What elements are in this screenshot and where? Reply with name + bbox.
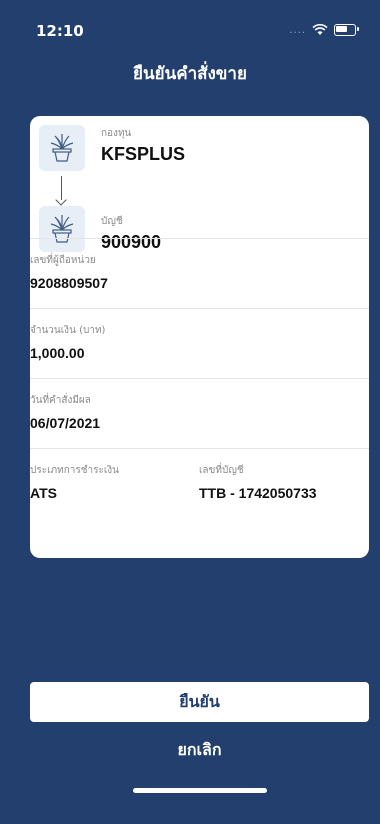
- fund-label: กองทุน: [101, 128, 132, 139]
- effective-date-row: วันที่คำสั่งมีผล 06/07/2021: [30, 378, 369, 449]
- cancel-button[interactable]: ยกเลิก: [30, 735, 369, 765]
- order-summary-card: กองทุน KFSPLUS บัญชี 900900 เลขที่ผู้ถือ…: [30, 116, 369, 558]
- payment-row: ประเภทการชำระเงิน ATS เลขที่บัญชี TTB - …: [30, 448, 369, 529]
- effective-date-label: วันที่คำสั่งมีผล: [30, 395, 91, 406]
- amount-value: 1,000.00: [30, 345, 85, 361]
- amount-row: จำนวนเงิน (บาท) 1,000.00: [30, 308, 369, 379]
- battery-icon: [334, 24, 359, 36]
- bank-account-label: เลขที่บัญชี: [199, 465, 244, 476]
- status-icons: ....: [289, 24, 359, 36]
- home-indicator[interactable]: [133, 788, 267, 793]
- page-title: ยืนยันคำสั่งขาย: [133, 64, 247, 84]
- holder-row: เลขที่ผู้ถือหน่วย 9208809507: [30, 238, 369, 309]
- signal-icon: ....: [289, 24, 306, 36]
- payment-type-col: ประเภทการชำระเงิน ATS: [30, 449, 200, 529]
- wifi-icon: [312, 24, 328, 35]
- confirm-button[interactable]: ยืนยัน: [30, 682, 369, 722]
- bank-account-value: TTB - 1742050733: [199, 485, 317, 501]
- amount-label: จำนวนเงิน (บาท): [30, 325, 106, 336]
- arrow-head: [55, 194, 67, 206]
- fund-account-section: กองทุน KFSPLUS บัญชี 900900: [30, 116, 369, 252]
- effective-date-value: 06/07/2021: [30, 415, 101, 431]
- fund-code: KFSPLUS: [101, 144, 186, 164]
- payment-type-label: ประเภทการชำระเงิน: [30, 465, 120, 476]
- holder-label: เลขที่ผู้ถือหน่วย: [30, 255, 96, 266]
- account-label: บัญชี: [101, 216, 123, 227]
- status-time: 12:10: [36, 22, 84, 40]
- holder-number: 9208809507: [30, 275, 108, 291]
- fund-plant-icon: [39, 125, 85, 171]
- status-bar: 12:10 ....: [0, 0, 380, 44]
- payment-type-value: ATS: [30, 485, 57, 501]
- bank-account-col: เลขที่บัญชี TTB - 1742050733: [199, 449, 369, 529]
